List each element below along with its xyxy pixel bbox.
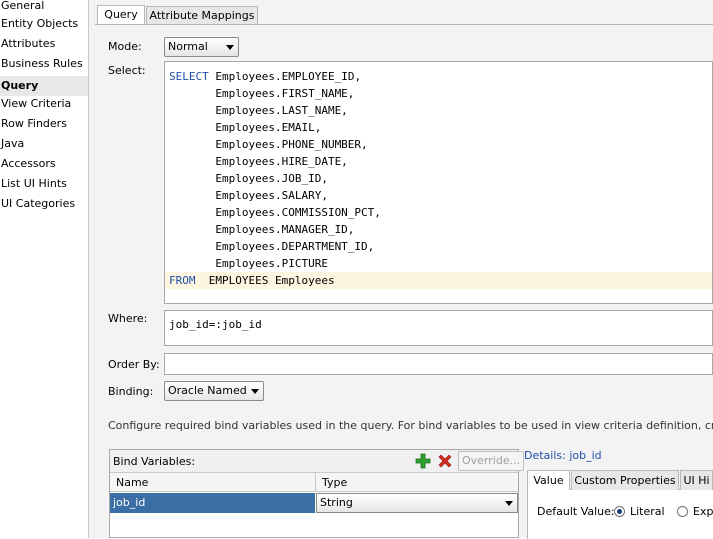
where-label: Where: [108, 312, 148, 325]
chevron-down-icon [505, 501, 513, 506]
sql-text: Employees.LAST_NAME, [169, 104, 348, 117]
sql-line-current: FROM EMPLOYEES Employees [165, 272, 712, 289]
sql-keyword: FROM [169, 274, 196, 287]
tab-query[interactable]: Query [97, 5, 145, 25]
sidebar-item-query[interactable]: Query [0, 76, 88, 96]
sidebar-item-ui-categories[interactable]: UI Categories [0, 198, 88, 218]
override-button[interactable]: Override... [458, 451, 525, 471]
binding-dropdown[interactable]: Oracle Named [164, 381, 264, 401]
column-header-type[interactable]: Type [316, 473, 518, 492]
bind-variables-panel: Bind Variables: Override... Name Type jo… [109, 449, 525, 538]
sql-text: Employees.PHONE_NUMBER, [169, 138, 368, 151]
order-by-input[interactable] [164, 353, 713, 375]
literal-radio-label: Literal [630, 505, 665, 518]
sql-text: Employees.HIRE_DATE, [169, 155, 348, 168]
mode-label: Mode: [108, 40, 142, 53]
binding-dropdown-value: Oracle Named [168, 384, 247, 397]
sidebar-item-java[interactable]: Java [0, 138, 88, 158]
sidebar-item-view-criteria[interactable]: View Criteria [0, 98, 88, 118]
sql-text: Employees.PICTURE [169, 257, 328, 270]
sql-text: Employees.SALARY, [169, 189, 328, 202]
column-header-name[interactable]: Name [110, 473, 316, 492]
default-value-label: Default Value: [537, 505, 615, 518]
sql-text: Employees.EMPLOYEE_ID, [208, 70, 362, 83]
chevron-down-icon [251, 389, 259, 394]
sidebar-item-entity-objects[interactable]: Entity Objects [0, 18, 88, 38]
bind-variables-info-text: Configure required bind variables used i… [108, 419, 713, 432]
details-title: Details: job_id [524, 449, 605, 462]
sql-line: Employees.EMAIL, [169, 119, 321, 136]
sql-line: Employees.LAST_NAME, [169, 102, 348, 119]
sidebar-item-business-rules[interactable]: Business Rules [0, 58, 88, 78]
mode-dropdown[interactable]: Normal [164, 37, 239, 57]
bind-variable-name-cell[interactable]: job_id [110, 493, 315, 513]
chevron-down-icon [226, 45, 234, 50]
tab-value[interactable]: Value [527, 470, 570, 490]
bind-variable-type-dropdown[interactable]: String [316, 493, 518, 513]
bind-variable-type-value: String [320, 496, 353, 509]
sql-text: Employees.COMMISSION_PCT, [169, 206, 381, 219]
sql-line: Employees.PICTURE [169, 255, 328, 272]
sql-text: EMPLOYEES Employees [195, 274, 335, 287]
sql-text: Employees.FIRST_NAME, [169, 87, 355, 100]
sql-line: Employees.DEPARTMENT_ID, [169, 238, 374, 255]
sql-text: Employees.EMAIL, [169, 121, 322, 134]
sql-text: Employees.MANAGER_ID, [169, 223, 355, 236]
mode-dropdown-value: Normal [168, 40, 208, 53]
sql-line: Employees.HIRE_DATE, [169, 153, 348, 170]
where-textarea[interactable]: job_id=:job_id [164, 310, 713, 346]
bind-variables-title: Bind Variables: [113, 455, 196, 468]
add-icon[interactable] [415, 453, 431, 469]
tab-custom-properties[interactable]: Custom Properties [571, 470, 679, 490]
details-header: Details: job_id [524, 449, 713, 463]
sql-line: Employees.SALARY, [169, 187, 328, 204]
expression-radio[interactable] [677, 506, 688, 517]
expression-radio-label: Expr [693, 505, 713, 518]
order-by-label: Order By: [108, 358, 160, 371]
sql-line: Employees.COMMISSION_PCT, [169, 204, 381, 221]
select-textarea[interactable]: SELECT Employees.EMPLOYEE_ID, Employees.… [164, 61, 713, 304]
sql-text: Employees.DEPARTMENT_ID, [169, 240, 375, 253]
sql-line: Employees.MANAGER_ID, [169, 221, 354, 238]
tab-attribute-mappings[interactable]: Attribute Mappings [146, 6, 258, 24]
bind-variables-header: Bind Variables: Override... [110, 450, 525, 473]
binding-label: Binding: [108, 385, 154, 398]
tab-ui-hints[interactable]: UI Hi [680, 470, 713, 490]
sql-text: Employees.JOB_ID, [169, 172, 328, 185]
sidebar-item-attributes[interactable]: Attributes [0, 38, 88, 58]
sidebar-item-accessors[interactable]: Accessors [0, 158, 88, 178]
where-text: job_id=:job_id [169, 318, 262, 331]
sql-line: Employees.FIRST_NAME, [169, 85, 354, 102]
sql-line: SELECT Employees.EMPLOYEE_ID, [169, 68, 361, 85]
sql-line: Employees.PHONE_NUMBER, [169, 136, 368, 153]
sql-line: Employees.JOB_ID, [169, 170, 328, 187]
sidebar-item-list-ui-hints[interactable]: List UI Hints [0, 178, 88, 198]
sql-keyword: SELECT [169, 70, 209, 83]
sidebar: General Entity Objects Attributes Busine… [0, 0, 89, 538]
select-label: Select: [108, 64, 146, 77]
literal-radio[interactable] [614, 506, 625, 517]
sidebar-item-row-finders[interactable]: Row Finders [0, 118, 88, 138]
tab-strip-divider [95, 24, 713, 25]
delete-icon[interactable] [437, 453, 453, 469]
